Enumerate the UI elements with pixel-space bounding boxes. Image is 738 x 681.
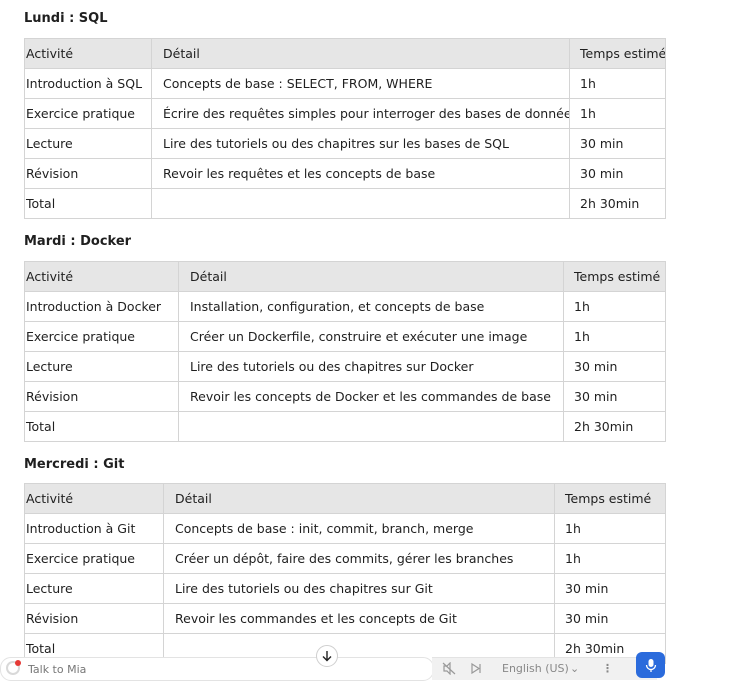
- cell-detail: Revoir les requêtes et les concepts de b…: [151, 158, 570, 189]
- cell-activite: Révision: [24, 158, 152, 189]
- table-row: Exercice pratique Créer un dépôt, faire …: [24, 543, 666, 574]
- col-header-detail: Détail: [178, 261, 564, 292]
- col-header-detail: Détail: [151, 38, 570, 69]
- section-title-mardi: Mardi : Docker: [24, 234, 132, 249]
- table-mardi: Activité Détail Temps estimé Introductio…: [24, 261, 666, 442]
- table-lundi: Activité Détail Temps estimé Introductio…: [24, 38, 666, 219]
- bottom-bar: Talk to Mia English (US) ⌄ ⋮: [0, 645, 738, 681]
- table-row-total: Total 2h 30min: [24, 411, 666, 442]
- cell-temps: 30 min: [563, 381, 666, 412]
- col-header-activite: Activité: [24, 261, 179, 292]
- col-header-activite: Activité: [24, 38, 152, 69]
- col-header-temps: Temps estimé: [569, 38, 666, 69]
- skip-icon[interactable]: [470, 662, 482, 678]
- table-header-row: Activité Détail Temps estimé: [24, 261, 666, 292]
- arrow-down-icon: [322, 651, 332, 662]
- language-select[interactable]: English (US): [502, 662, 569, 675]
- cell-temps: 1h: [569, 98, 666, 129]
- talk-to-mia-input[interactable]: Talk to Mia: [0, 657, 434, 681]
- cell-activite: Révision: [24, 603, 164, 634]
- cell-detail: [178, 411, 564, 442]
- table-header-row: Activité Détail Temps estimé: [24, 483, 666, 514]
- cell-detail: Écrire des requêtes simples pour interro…: [151, 98, 570, 129]
- cell-temps: 30 min: [554, 603, 666, 634]
- cell-detail: Installation, configuration, et concepts…: [178, 291, 564, 322]
- cell-detail: Concepts de base : SELECT, FROM, WHERE: [151, 68, 570, 99]
- cell-temps: 1h: [563, 321, 666, 352]
- cell-detail: Créer un Dockerfile, construire et exécu…: [178, 321, 564, 352]
- scroll-down-button[interactable]: [316, 645, 338, 667]
- col-header-detail: Détail: [163, 483, 555, 514]
- microphone-icon: [645, 658, 656, 672]
- cell-detail: [151, 188, 570, 219]
- more-options-icon[interactable]: ⋮: [602, 662, 613, 675]
- cell-temps: 1h: [563, 291, 666, 322]
- table-row: Exercice pratique Écrire des requêtes si…: [24, 98, 666, 129]
- cell-temps: 1h: [554, 513, 666, 544]
- cell-temps: 1h: [569, 68, 666, 99]
- table-row: Introduction à Docker Installation, conf…: [24, 291, 666, 322]
- cell-activite: Exercice pratique: [24, 321, 179, 352]
- cell-detail: Lire des tutoriels ou des chapitres sur …: [178, 351, 564, 382]
- col-header-activite: Activité: [24, 483, 164, 514]
- cell-temps: 2h 30min: [569, 188, 666, 219]
- cell-detail: Lire des tutoriels ou des chapitres sur …: [163, 573, 555, 604]
- table-row: Lecture Lire des tutoriels ou des chapit…: [24, 573, 666, 604]
- cell-activite: Exercice pratique: [24, 98, 152, 129]
- col-header-temps: Temps estimé: [554, 483, 666, 514]
- table-header-row: Activité Détail Temps estimé: [24, 38, 666, 69]
- cell-activite: Lecture: [24, 573, 164, 604]
- cell-temps: 30 min: [563, 351, 666, 382]
- cell-detail: Lire des tutoriels ou des chapitres sur …: [151, 128, 570, 159]
- cell-activite: Lecture: [24, 128, 152, 159]
- chevron-down-icon[interactable]: ⌄: [570, 662, 579, 675]
- cell-temps: 30 min: [569, 158, 666, 189]
- cell-activite: Introduction à SQL: [24, 68, 152, 99]
- talk-to-mia-label: Talk to Mia: [28, 663, 87, 676]
- table-row: Lecture Lire des tutoriels ou des chapit…: [24, 351, 666, 382]
- mute-icon[interactable]: [442, 661, 456, 678]
- col-header-temps: Temps estimé: [563, 261, 666, 292]
- cell-temps: 30 min: [554, 573, 666, 604]
- cell-temps: 2h 30min: [563, 411, 666, 442]
- table-mercredi: Activité Détail Temps estimé Introductio…: [24, 483, 666, 664]
- cell-activite: Introduction à Docker: [24, 291, 179, 322]
- section-title-lundi: Lundi : SQL: [24, 11, 108, 26]
- cell-activite: Révision: [24, 381, 179, 412]
- table-row: Révision Revoir les requêtes et les conc…: [24, 158, 666, 189]
- table-row-total: Total 2h 30min: [24, 188, 666, 219]
- cell-activite: Total: [24, 411, 179, 442]
- table-row: Révision Revoir les concepts de Docker e…: [24, 381, 666, 412]
- cell-temps: 1h: [554, 543, 666, 574]
- cell-activite: Introduction à Git: [24, 513, 164, 544]
- table-row: Exercice pratique Créer un Dockerfile, c…: [24, 321, 666, 352]
- cell-activite: Lecture: [24, 351, 179, 382]
- notification-dot-icon: [15, 660, 21, 666]
- table-row: Lecture Lire des tutoriels ou des chapit…: [24, 128, 666, 159]
- section-title-mercredi: Mercredi : Git: [24, 457, 125, 472]
- table-row: Introduction à Git Concepts de base : in…: [24, 513, 666, 544]
- table-row: Introduction à SQL Concepts de base : SE…: [24, 68, 666, 99]
- table-row: Révision Revoir les commandes et les con…: [24, 603, 666, 634]
- cell-detail: Revoir les commandes et les concepts de …: [163, 603, 555, 634]
- cell-temps: 30 min: [569, 128, 666, 159]
- cell-detail: Créer un dépôt, faire des commits, gérer…: [163, 543, 555, 574]
- cell-detail: Revoir les concepts de Docker et les com…: [178, 381, 564, 412]
- cell-activite: Exercice pratique: [24, 543, 164, 574]
- cell-detail: Concepts de base : init, commit, branch,…: [163, 513, 555, 544]
- microphone-button[interactable]: [636, 652, 665, 678]
- cell-activite: Total: [24, 188, 152, 219]
